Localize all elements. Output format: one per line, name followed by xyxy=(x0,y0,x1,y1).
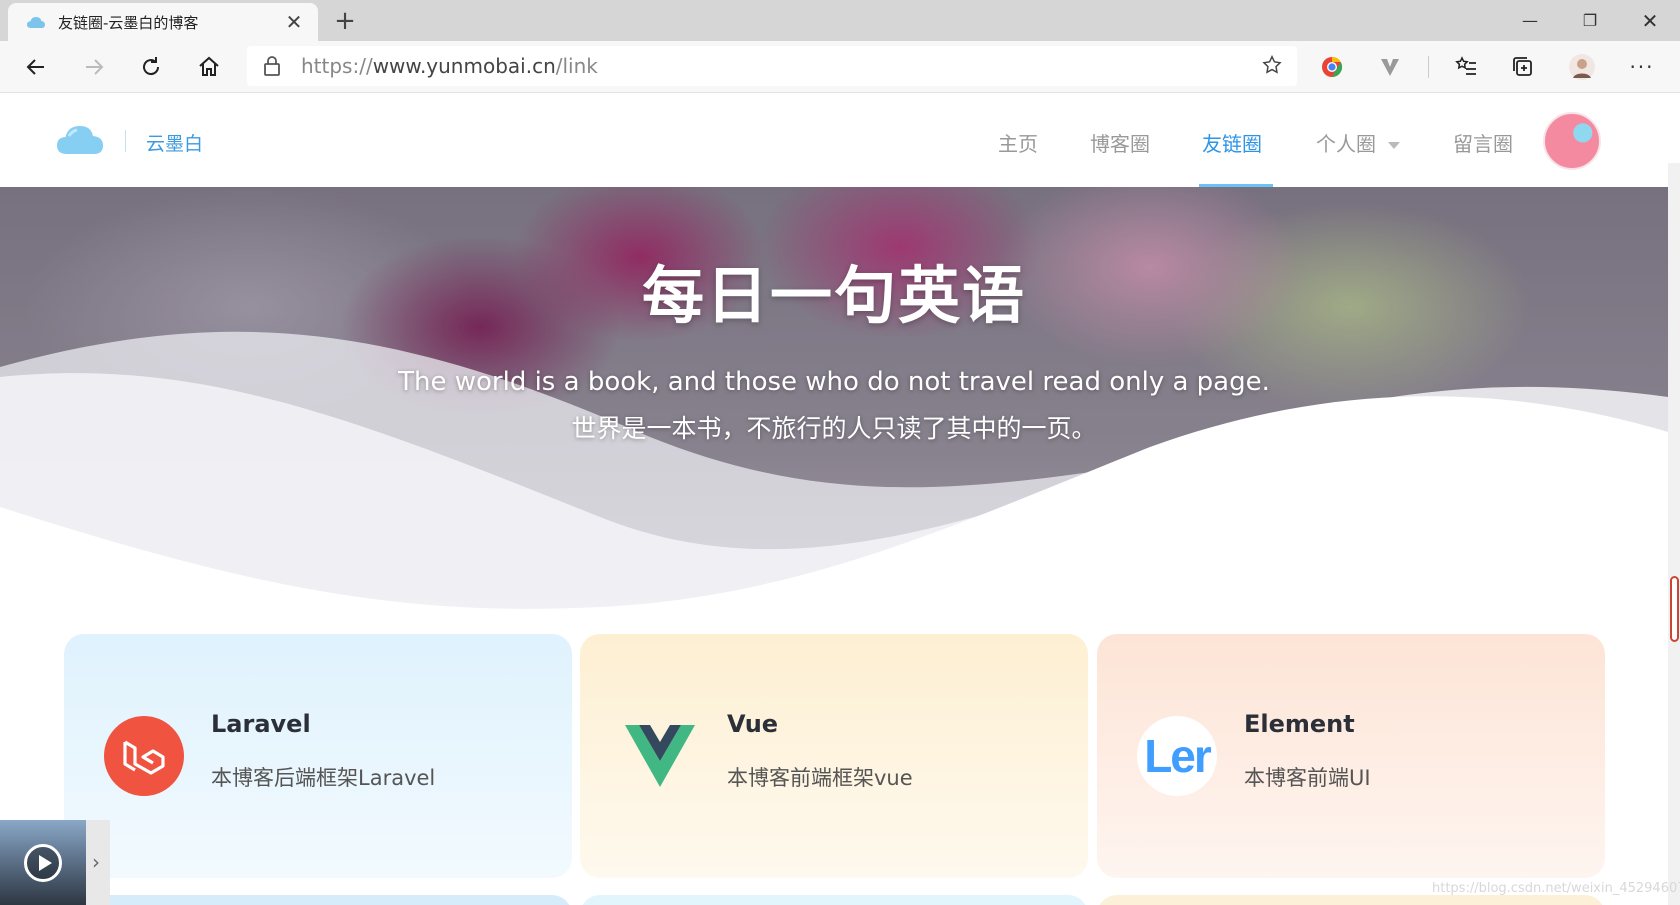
cloud-favicon-icon xyxy=(27,17,45,28)
browser-tab-bar: 友链圈-云墨白的博客 ✕ + — ❐ ✕ xyxy=(0,0,1680,41)
link-description: 本博客后端框架Laravel xyxy=(211,766,436,790)
refresh-icon[interactable] xyxy=(133,49,169,85)
close-window-icon[interactable]: ✕ xyxy=(1620,0,1680,41)
site-name[interactable]: 云墨白 xyxy=(146,129,203,156)
menu-item-links[interactable]: 友链圈 xyxy=(1202,128,1262,157)
link-name: Element xyxy=(1244,710,1355,738)
lock-icon xyxy=(264,56,280,76)
menu-item-personal-label: 个人圈 xyxy=(1316,132,1376,156)
link-card-element[interactable]: Ler Element 本博客前端UI xyxy=(1097,634,1605,878)
home-icon[interactable] xyxy=(191,49,227,85)
menu-item-personal[interactable]: 个人圈 xyxy=(1316,128,1400,157)
menu-item-guestbook[interactable]: 留言圈 xyxy=(1453,128,1513,157)
laravel-logo-icon xyxy=(104,716,184,796)
minimize-icon[interactable]: — xyxy=(1500,0,1560,41)
user-avatar[interactable] xyxy=(1543,112,1601,170)
toolbar-divider xyxy=(1428,56,1429,78)
tab-close-icon[interactable]: ✕ xyxy=(282,10,306,34)
watermark: https://blog.csdn.net/weixin_45294607 xyxy=(1432,881,1680,896)
daily-sentence-chinese: 世界是一本书，不旅行的人只读了其中的一页。 xyxy=(571,414,1097,443)
link-card-vue[interactable]: Vue 本博客前端框架vue xyxy=(580,634,1088,878)
site-header: 云墨白 主页 博客圈 友链圈 个人圈 留言圈 xyxy=(0,94,1680,187)
collections-icon[interactable] xyxy=(1507,51,1539,83)
link-description: 本博客前端UI xyxy=(1244,766,1371,790)
chevron-down-icon xyxy=(1388,142,1400,149)
menu-item-blog[interactable]: 博客圈 xyxy=(1090,128,1150,157)
browser-nav-bar: https://www.yunmobai.cn/link ··· xyxy=(0,41,1680,93)
play-icon[interactable] xyxy=(24,844,62,882)
url-text: https://www.yunmobai.cn/link xyxy=(301,54,598,78)
link-name: Vue xyxy=(727,710,779,738)
favorite-star-icon[interactable] xyxy=(1261,54,1283,76)
link-card-row2-2[interactable] xyxy=(580,895,1088,905)
link-card-row2-1[interactable] xyxy=(64,895,572,905)
browser-tab[interactable]: 友链圈-云墨白的博客 ✕ xyxy=(8,3,318,41)
v-extension-icon[interactable] xyxy=(1374,51,1406,83)
tab-title: 友链圈-云墨白的博客 xyxy=(58,13,199,32)
more-options-icon[interactable]: ··· xyxy=(1626,51,1658,83)
logo-divider xyxy=(125,130,126,152)
menu-item-home[interactable]: 主页 xyxy=(998,128,1038,157)
new-tab-icon[interactable]: + xyxy=(330,6,360,36)
address-bar[interactable]: https://www.yunmobai.cn/link xyxy=(247,46,1297,86)
chevron-right-icon[interactable]: › xyxy=(92,850,100,874)
element-logo-icon: Ler xyxy=(1137,716,1217,796)
profile-avatar-icon[interactable] xyxy=(1566,51,1598,83)
forward-icon[interactable] xyxy=(76,49,112,85)
hero-banner: 每日一句英语 The world is a book, and those wh… xyxy=(0,187,1668,627)
back-icon[interactable] xyxy=(18,49,54,85)
page-scrollbar[interactable] xyxy=(1668,163,1680,905)
link-description: 本博客前端框架vue xyxy=(727,766,913,790)
link-card-row2-3[interactable] xyxy=(1097,895,1605,905)
favorites-list-icon[interactable] xyxy=(1450,51,1482,83)
hero-title: 每日一句英语 xyxy=(641,259,1026,332)
link-card-laravel[interactable]: Laravel 本博客后端框架Laravel xyxy=(64,634,572,878)
chrome-extension-icon[interactable] xyxy=(1316,51,1348,83)
link-name: Laravel xyxy=(211,710,311,738)
restore-icon[interactable]: ❐ xyxy=(1560,0,1620,41)
vue-logo-icon xyxy=(620,716,700,796)
daily-sentence-english: The world is a book, and those who do no… xyxy=(398,367,1270,397)
scrollbar-thumb[interactable] xyxy=(1670,576,1679,642)
music-player[interactable]: › xyxy=(0,820,110,905)
cloud-logo-icon[interactable] xyxy=(56,122,104,156)
